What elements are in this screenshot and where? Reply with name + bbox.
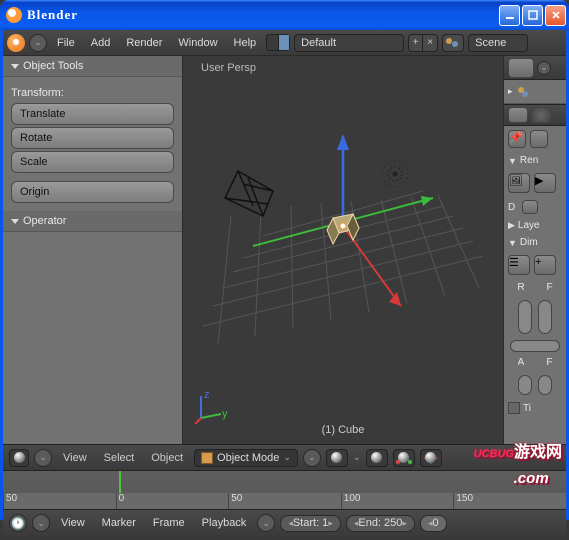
tick: 100 bbox=[341, 493, 454, 509]
mode-selector[interactable]: Object Mode ⌄ bbox=[194, 449, 298, 467]
manipulator-translate[interactable] bbox=[420, 449, 442, 467]
properties-panel: ⌄ ▸ 📌 ▼Ren 🖼 ▶ D ▶Laye ▼Dim bbox=[503, 56, 566, 444]
aspect-y-slider[interactable] bbox=[538, 375, 552, 395]
screen-layout-field[interactable]: Default bbox=[294, 34, 404, 52]
tick: 50 bbox=[3, 493, 116, 509]
screen-layout-label: Default bbox=[301, 37, 336, 49]
menu-file[interactable]: File bbox=[51, 34, 81, 52]
object-tools-title: Object Tools bbox=[23, 60, 83, 72]
translate-button[interactable]: Translate bbox=[11, 103, 174, 125]
scene-field[interactable]: Scene bbox=[468, 34, 528, 52]
pivot-selector[interactable] bbox=[366, 449, 388, 467]
manipulator-toggle[interactable] bbox=[393, 449, 415, 467]
camera-icon[interactable] bbox=[531, 107, 551, 123]
properties-type-icon[interactable] bbox=[508, 107, 528, 123]
editor-type-icon[interactable] bbox=[9, 449, 29, 467]
percentage-slider[interactable] bbox=[510, 340, 560, 352]
tl-menu-frame[interactable]: Frame bbox=[147, 514, 191, 532]
res-x-slider[interactable] bbox=[518, 300, 532, 334]
operator-header[interactable]: Operator bbox=[3, 211, 182, 232]
scale-button[interactable]: Scale bbox=[11, 151, 174, 173]
rotate-button[interactable]: Rotate bbox=[11, 127, 174, 149]
render-section[interactable]: ▼Ren bbox=[504, 152, 566, 169]
checkbox[interactable] bbox=[508, 402, 520, 414]
end-frame-field[interactable]: ◂End: 250▸ bbox=[346, 515, 415, 532]
timeline-type-icon[interactable]: 🕐 bbox=[9, 514, 27, 532]
render-image-button[interactable]: 🖼 bbox=[508, 173, 530, 193]
window-close-button[interactable] bbox=[545, 5, 566, 26]
collapse-icon bbox=[11, 219, 19, 224]
aspect-x-slider[interactable] bbox=[518, 375, 532, 395]
tl-menu-marker[interactable]: Marker bbox=[96, 514, 142, 532]
viewport-editor-dropdown[interactable]: ⌄ bbox=[34, 449, 52, 467]
mode-options[interactable]: ⌄ bbox=[303, 449, 321, 467]
info-header: ⌄ File Add Render Window Help Default +×… bbox=[3, 30, 566, 56]
display-dropdown[interactable] bbox=[522, 200, 538, 214]
dimensions-section[interactable]: ▼Dim bbox=[504, 234, 566, 251]
sync-dropdown[interactable]: ⌄ bbox=[257, 514, 275, 532]
vp-menu-view[interactable]: View bbox=[57, 449, 93, 467]
render-anim-button[interactable]: ▶ bbox=[534, 173, 556, 193]
tick: 0 bbox=[116, 493, 229, 509]
start-frame-field[interactable]: ◂Start: 1▸ bbox=[280, 515, 341, 532]
timeline-track[interactable]: 50 0 50 100 150 bbox=[3, 470, 566, 510]
layers-section[interactable]: ▶Laye bbox=[504, 217, 566, 234]
object-mode-icon bbox=[201, 452, 213, 464]
origin-button[interactable]: Origin bbox=[11, 181, 174, 203]
viewport-header: ⌄ View Select Object Object Mode ⌄ ⌄ ⌄ bbox=[3, 444, 566, 470]
blender-logo-icon[interactable] bbox=[7, 34, 25, 52]
app-icon bbox=[6, 7, 22, 23]
operator-title: Operator bbox=[23, 215, 66, 227]
current-frame-field[interactable]: ◂0 bbox=[420, 515, 447, 532]
collapse-icon bbox=[11, 64, 19, 69]
outliner-dropdown[interactable]: ⌄ bbox=[537, 61, 551, 75]
layout-remove-button[interactable]: × bbox=[423, 34, 438, 52]
menu-help[interactable]: Help bbox=[228, 34, 263, 52]
active-object-label: (1) Cube bbox=[322, 424, 365, 436]
vp-menu-select[interactable]: Select bbox=[98, 449, 141, 467]
timeline-dropdown[interactable]: ⌄ bbox=[32, 514, 50, 532]
axis-gizmo: z y bbox=[193, 386, 233, 426]
preset-button[interactable]: ☰ bbox=[508, 255, 530, 275]
pin-icon[interactable]: 📌 bbox=[508, 130, 526, 148]
scene-label: Scene bbox=[475, 37, 506, 49]
menu-add[interactable]: Add bbox=[85, 34, 117, 52]
tick: 150 bbox=[453, 493, 566, 509]
svg-text:z: z bbox=[204, 389, 210, 401]
viewport-grid bbox=[183, 56, 503, 416]
context-icon[interactable] bbox=[530, 130, 548, 148]
vp-menu-object[interactable]: Object bbox=[145, 449, 189, 467]
menu-window[interactable]: Window bbox=[172, 34, 223, 52]
window-maximize-button[interactable] bbox=[522, 5, 543, 26]
tl-menu-view[interactable]: View bbox=[55, 514, 91, 532]
object-tools-header[interactable]: Object Tools bbox=[3, 56, 182, 77]
transform-label: Transform: bbox=[11, 87, 174, 99]
window-minimize-button[interactable] bbox=[499, 5, 520, 26]
cube-object bbox=[327, 214, 359, 244]
screen-layout-browse[interactable] bbox=[266, 34, 290, 51]
mode-label: Object Mode bbox=[217, 452, 279, 464]
tool-shelf: Object Tools Transform: Translate Rotate… bbox=[3, 56, 183, 444]
preset-add-button[interactable]: + bbox=[534, 255, 556, 275]
tick: 50 bbox=[228, 493, 341, 509]
timeline-header: 🕐 ⌄ View Marker Frame Playback ⌄ ◂Start:… bbox=[3, 510, 566, 536]
shading-selector[interactable] bbox=[326, 449, 348, 467]
3d-viewport[interactable]: User Persp bbox=[183, 56, 503, 444]
editor-type-dropdown[interactable]: ⌄ bbox=[29, 34, 47, 52]
scene-browse-icon[interactable] bbox=[442, 34, 464, 52]
window-title: Blender bbox=[27, 7, 499, 23]
layout-add-button[interactable]: + bbox=[408, 34, 423, 52]
res-y-slider[interactable] bbox=[538, 300, 552, 334]
window-titlebar: Blender bbox=[0, 0, 569, 30]
menu-render[interactable]: Render bbox=[120, 34, 168, 52]
scene-tree-icon bbox=[516, 85, 530, 99]
svg-text:y: y bbox=[222, 408, 228, 420]
tl-menu-playback[interactable]: Playback bbox=[196, 514, 253, 532]
timeline-editor: 50 0 50 100 150 🕐 ⌄ View Marker Frame Pl… bbox=[3, 470, 566, 540]
outliner-type-icon[interactable] bbox=[508, 58, 534, 78]
